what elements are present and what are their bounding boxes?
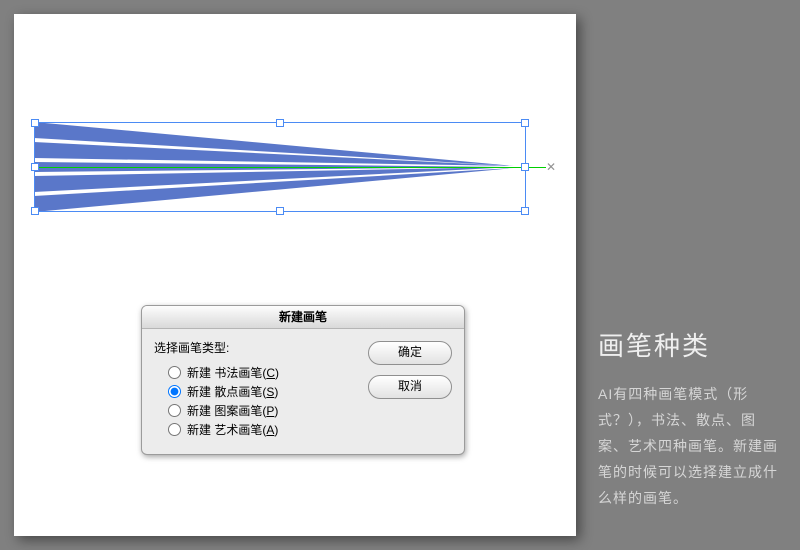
selection-handle-ne[interactable] <box>521 119 529 127</box>
selection-bounding-box[interactable] <box>34 122 526 212</box>
brush-option-pattern[interactable]: 新建 图案画笔(P) <box>168 402 368 419</box>
radio-art[interactable] <box>168 423 181 436</box>
option-label: 新建 书法画笔( <box>187 366 266 380</box>
brush-option-scatter[interactable]: 新建 散点画笔(S) <box>168 383 368 400</box>
cancel-button[interactable]: 取消 <box>368 375 452 399</box>
brush-option-art[interactable]: 新建 艺术画笔(A) <box>168 421 368 438</box>
selection-handle-s[interactable] <box>276 207 284 215</box>
option-label: 新建 艺术画笔( <box>187 423 266 437</box>
selection-handle-se[interactable] <box>521 207 529 215</box>
radio-calligraphic[interactable] <box>168 366 181 379</box>
option-hotkey: C <box>266 366 275 380</box>
artboard[interactable]: ✕ 新建画笔 选择画笔类型: 新建 书法画笔(C) <box>14 14 576 536</box>
radio-scatter[interactable] <box>168 385 181 398</box>
dialog-title: 新建画笔 <box>142 306 464 329</box>
ok-button[interactable]: 确定 <box>368 341 452 365</box>
selection-handle-sw[interactable] <box>31 207 39 215</box>
sidebar-body: AI有四种画笔模式（形式？），书法、散点、图案、艺术四种画笔。新建画笔的时候可以… <box>598 381 784 511</box>
selection-handle-nw[interactable] <box>31 119 39 127</box>
option-label: 新建 图案画笔( <box>187 404 266 418</box>
option-label: 新建 散点画笔( <box>187 385 266 399</box>
sidebar-title: 画笔种类 <box>598 326 784 363</box>
selection-handle-n[interactable] <box>276 119 284 127</box>
dialog-prompt: 选择画笔类型: <box>154 339 368 356</box>
selection-handle-e[interactable] <box>521 163 529 171</box>
annotation-sidebar: 画笔种类 AI有四种画笔模式（形式？），书法、散点、图案、艺术四种画笔。新建画笔… <box>598 326 784 511</box>
radio-pattern[interactable] <box>168 404 181 417</box>
brush-option-calligraphic[interactable]: 新建 书法画笔(C) <box>168 364 368 381</box>
path-end-marker: ✕ <box>546 163 556 171</box>
selection-handle-w[interactable] <box>31 163 39 171</box>
new-brush-dialog: 新建画笔 选择画笔类型: 新建 书法画笔(C) 新建 散点画笔(S) <box>141 305 465 455</box>
